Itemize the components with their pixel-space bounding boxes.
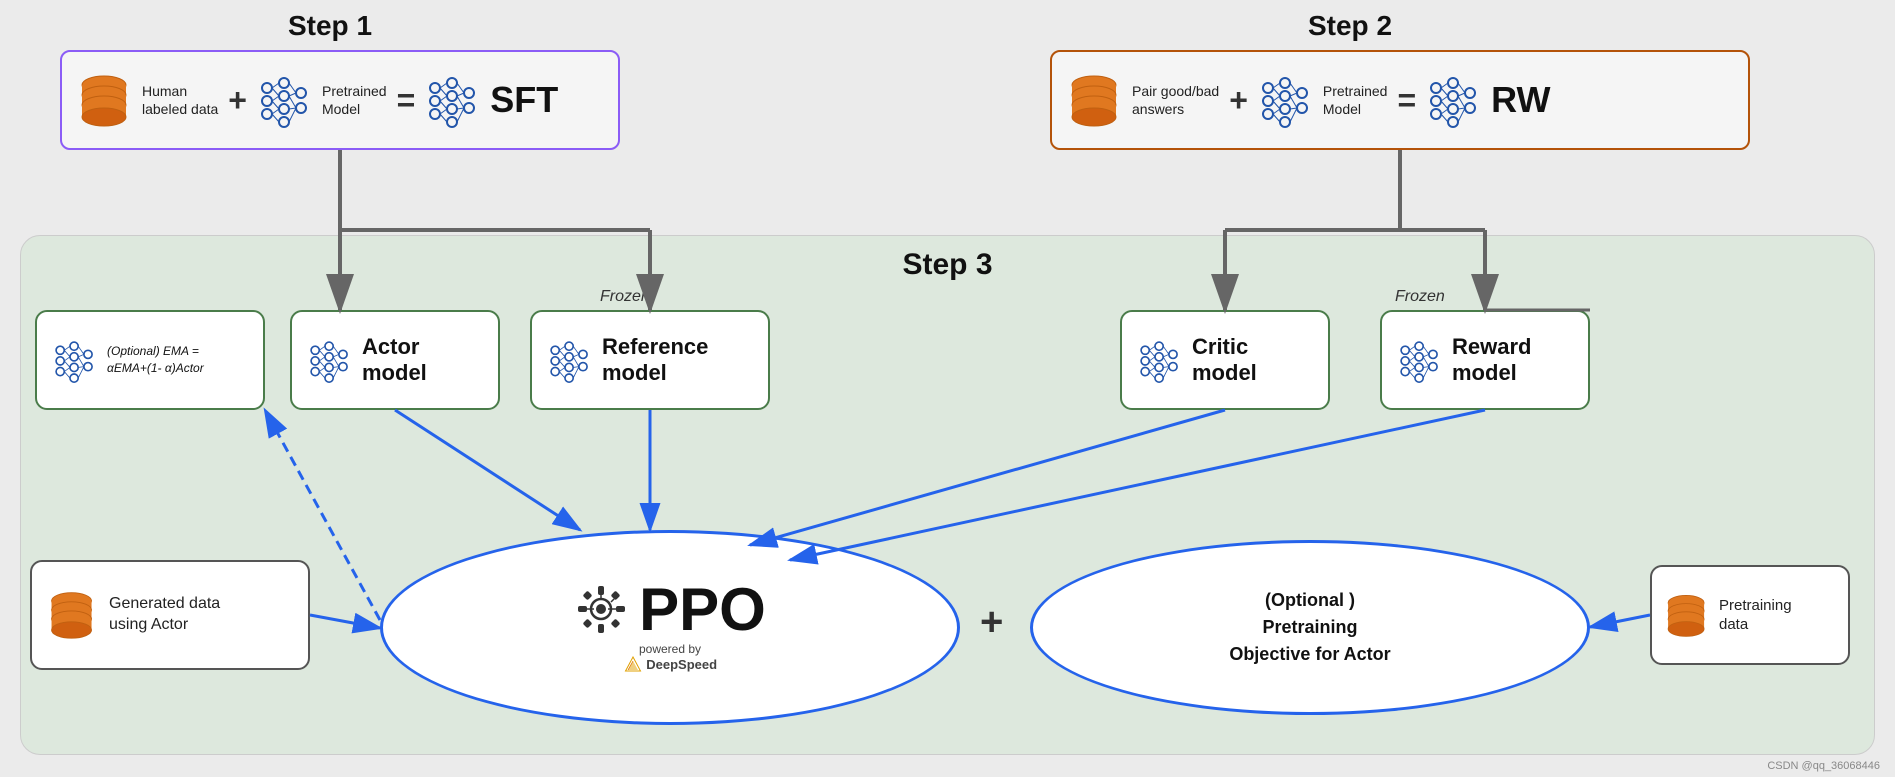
ema-text: (Optional) EMA = αEMA+(1- α)Actor	[107, 343, 204, 377]
db-icon-step1	[77, 73, 132, 128]
main-container: Step 1 Step 2 Human labeled data +	[0, 0, 1895, 777]
db-icon-pretraining	[1664, 593, 1709, 638]
frozen-label-2: Frozen	[1395, 288, 1445, 306]
actor-label: Actor model	[362, 334, 483, 387]
nn-icon-step2	[1258, 73, 1313, 128]
generated-data-box: Generated data using Actor	[30, 560, 310, 670]
critic-box: Critic model	[1120, 310, 1330, 410]
ppo-ellipse: PPO powered by DeepSpeed	[380, 530, 960, 725]
step1-model-label: Pretrained Model	[322, 82, 387, 118]
step1-label: Step 1	[180, 10, 480, 42]
frozen-label-1: Frozen	[600, 288, 650, 306]
nn-icon-critic	[1137, 338, 1182, 383]
pretraining-data-box: Pretraining data	[1650, 565, 1850, 665]
step2-model-label: Pretrained Model	[1323, 82, 1388, 118]
actor-box: Actor model	[290, 310, 500, 410]
step1-box: Human labeled data + Pretrained Model	[60, 50, 620, 150]
step1-data-label: Human labeled data	[142, 82, 218, 118]
nn-icon-reference	[547, 338, 592, 383]
generated-label: Generated data using Actor	[109, 594, 220, 636]
db-icon-step2	[1067, 73, 1122, 128]
step2-box: Pair good/bad answers + Pretrained Model	[1050, 50, 1750, 150]
plus-between-ellipses: +	[980, 600, 1003, 645]
ppo-text: PPO	[639, 580, 766, 640]
optional-ellipse: (Optional ) Pretraining Objective for Ac…	[1030, 540, 1590, 715]
ppo-powered-by: powered by DeepSpeed	[623, 642, 717, 676]
ema-box: (Optional) EMA = αEMA+(1- α)Actor	[35, 310, 265, 410]
critic-label: Critic model	[1192, 334, 1313, 387]
reference-box: Reference model	[530, 310, 770, 410]
nn-icon-sft	[425, 73, 480, 128]
deepspeed-logo-icon	[623, 656, 643, 676]
plus-sign-1: +	[228, 82, 247, 119]
plus-sign-2: +	[1229, 82, 1248, 119]
reward-label: Reward model	[1452, 334, 1531, 387]
nn-icon-reward	[1397, 338, 1442, 383]
equals-sign-1: =	[397, 82, 416, 119]
step3-label: Step 3	[0, 248, 1895, 282]
reference-label: Reference model	[602, 334, 708, 387]
watermark: CSDN @qq_36068446	[1767, 760, 1880, 772]
nn-icon-step1	[257, 73, 312, 128]
nn-icon-actor	[307, 338, 352, 383]
rw-label: RW	[1491, 79, 1550, 121]
gear-icon	[574, 582, 629, 637]
db-icon-generated	[47, 590, 97, 640]
sft-label: SFT	[490, 79, 558, 121]
step2-label: Step 2	[1200, 10, 1500, 42]
nn-icon-rw	[1426, 73, 1481, 128]
ppo-inner: PPO	[574, 580, 766, 640]
pretraining-label: Pretraining data	[1719, 596, 1792, 635]
optional-text: (Optional ) Pretraining Objective for Ac…	[1229, 587, 1390, 668]
nn-icon-ema	[52, 338, 97, 383]
step2-data-label: Pair good/bad answers	[1132, 82, 1219, 118]
equals-sign-2: =	[1397, 82, 1416, 119]
reward-box: Reward model	[1380, 310, 1590, 410]
